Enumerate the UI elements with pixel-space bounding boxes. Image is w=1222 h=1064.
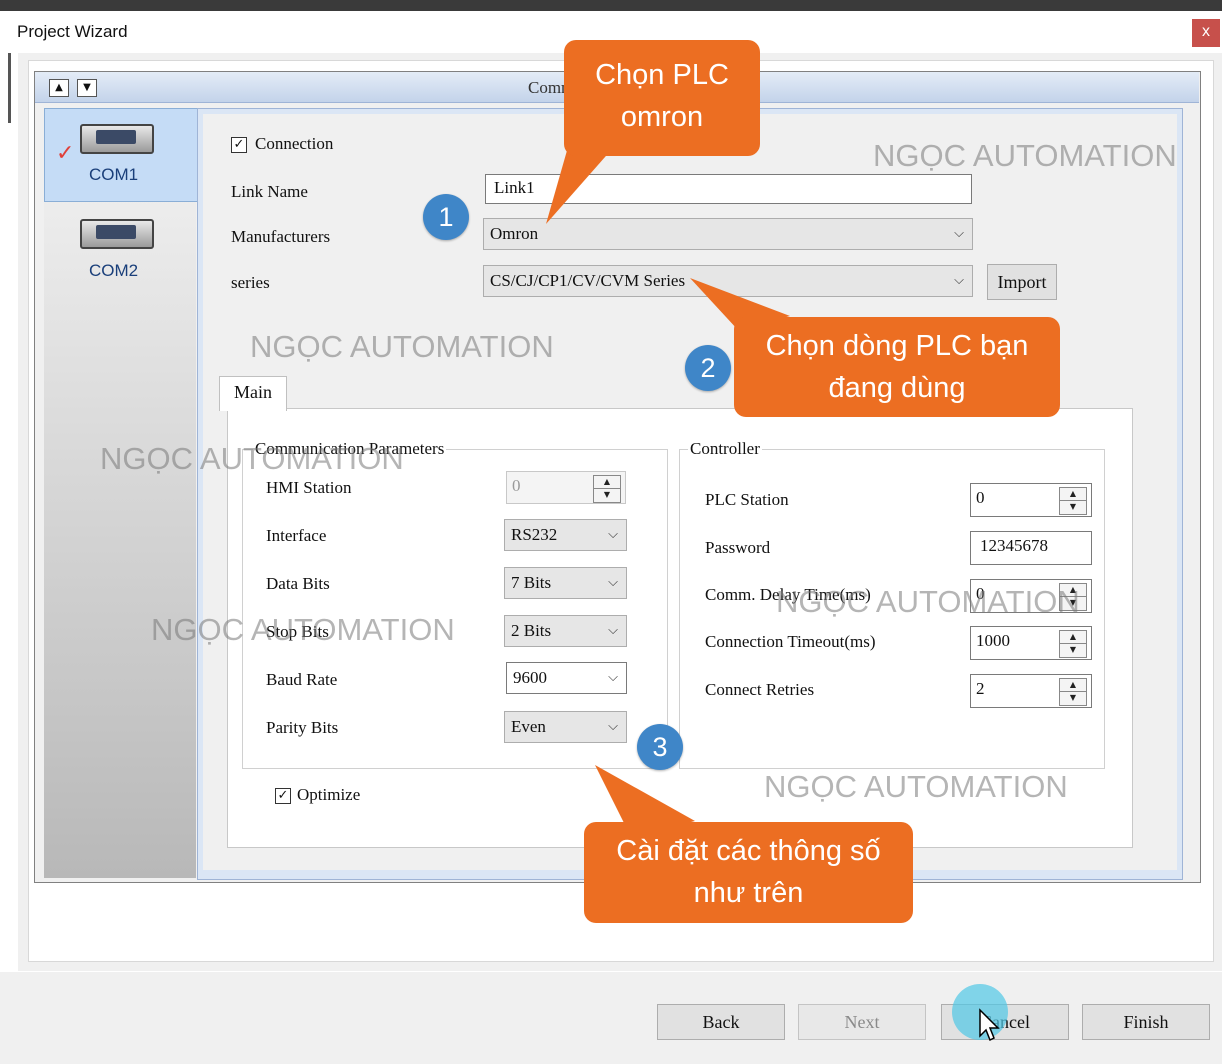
watermark: NGỌC AUTOMATION [776,584,1080,619]
conn-timeout-value: 1000 [976,631,1010,650]
step-badge-1: 1 [423,194,469,240]
data-bits-label: Data Bits [266,574,330,593]
chevron-down-icon: ⌵ [608,719,618,734]
password-label: Password [705,538,771,557]
hmi-station-spinner[interactable]: 0 ▲ ▼ [506,471,626,504]
stop-bits-select[interactable]: 2 Bits ⌵ [504,615,627,647]
callout-set-params: Cài đặt các thông số như trên [584,822,913,923]
watermark: NGỌC AUTOMATION [100,441,404,476]
plc-station-label: PLC Station [705,490,789,509]
mouse-cursor-icon [979,1008,1000,1042]
watermark: NGỌC AUTOMATION [250,329,554,364]
stop-bits-value: 2 Bits [511,621,552,640]
conn-timeout-label: Connection Timeout(ms) [705,632,876,651]
controller-title: Controller [688,439,762,459]
interface-label: Interface [266,526,327,545]
finish-button[interactable]: Finish [1082,1004,1210,1040]
interface-value: RS232 [511,525,558,544]
conn-timeout-spinner[interactable]: 1000 ▲ ▼ [970,626,1092,660]
optimize-label: Optimize [297,785,361,804]
parity-bits-select[interactable]: Even ⌵ [504,711,627,743]
connection-label: Connection [255,134,334,153]
watermark: NGỌC AUTOMATION [764,769,1068,804]
serial-port-icon [80,124,154,154]
password-input[interactable]: 12345678 [970,531,1092,565]
connect-retries-label: Connect Retries [705,680,815,699]
chevron-down-icon: ⌵ [954,273,964,288]
series-label: series [231,273,270,292]
serial-port-icon[interactable] [80,219,154,249]
chevron-down-icon: ⌵ [608,670,618,685]
connect-retries-spinner[interactable]: 2 ▲ ▼ [970,674,1092,708]
connect-retries-value: 2 [976,679,985,698]
baud-rate-select[interactable]: 9600 ⌵ [506,662,627,694]
callout-select-series: Chọn dòng PLC bạn đang dùng [734,317,1060,417]
import-button[interactable]: Import [987,264,1057,300]
plc-station-spinner[interactable]: 0 ▲ ▼ [970,483,1092,517]
watermark: NGỌC AUTOMATION [873,138,1177,173]
baud-rate-value: 9600 [513,668,547,687]
optimize-checkbox[interactable]: ✓ [275,788,291,804]
port-label-com1: COM1 [89,165,139,184]
chevron-down-icon: ⌵ [608,623,618,638]
spin-down-icon[interactable]: ▼ [593,488,621,503]
hmi-station-label: HMI Station [266,478,352,497]
scroll-down-button[interactable]: ▼ [77,79,97,97]
connection-checkbox[interactable]: ✓ [231,137,247,153]
window-title: Project Wizard [17,22,128,41]
parity-bits-value: Even [511,717,546,736]
chevron-down-icon: ⌵ [608,575,618,590]
close-button[interactable]: x [1192,19,1220,47]
parity-bits-label: Parity Bits [266,718,339,737]
step-badge-2: 2 [685,345,731,391]
interface-select[interactable]: RS232 ⌵ [504,519,627,551]
link-name-label: Link Name [231,182,308,201]
chevron-down-icon: ⌵ [608,527,618,542]
port-label-com2[interactable]: COM2 [89,261,138,281]
baud-rate-label: Baud Rate [266,670,338,689]
next-button[interactable]: Next [798,1004,926,1040]
spin-down-icon[interactable]: ▼ [1059,691,1087,706]
data-bits-select[interactable]: 7 Bits ⌵ [504,567,627,599]
spin-down-icon[interactable]: ▼ [1059,500,1087,515]
step-badge-3: 3 [637,724,683,770]
manufacturers-value: Omron [490,224,539,243]
watermark: NGỌC AUTOMATION [151,612,455,647]
plc-station-value: 0 [976,488,985,507]
spin-down-icon[interactable]: ▼ [1059,643,1087,658]
scroll-up-button[interactable]: ▲ [49,79,69,97]
back-button[interactable]: Back [657,1004,785,1040]
data-bits-value: 7 Bits [511,573,552,592]
series-value: CS/CJ/CP1/CV/CVM Series [490,271,686,290]
callout-select-omron: Chọn PLC omron [564,40,760,156]
manufacturers-label: Manufacturers [231,227,331,246]
hmi-station-value: 0 [512,476,521,495]
tab-main[interactable]: Main [219,376,287,411]
window-left-edge [8,53,11,123]
chevron-down-icon: ⌵ [954,226,964,241]
selected-check-icon: ✓ [56,141,75,166]
window-top-border [0,0,1222,11]
